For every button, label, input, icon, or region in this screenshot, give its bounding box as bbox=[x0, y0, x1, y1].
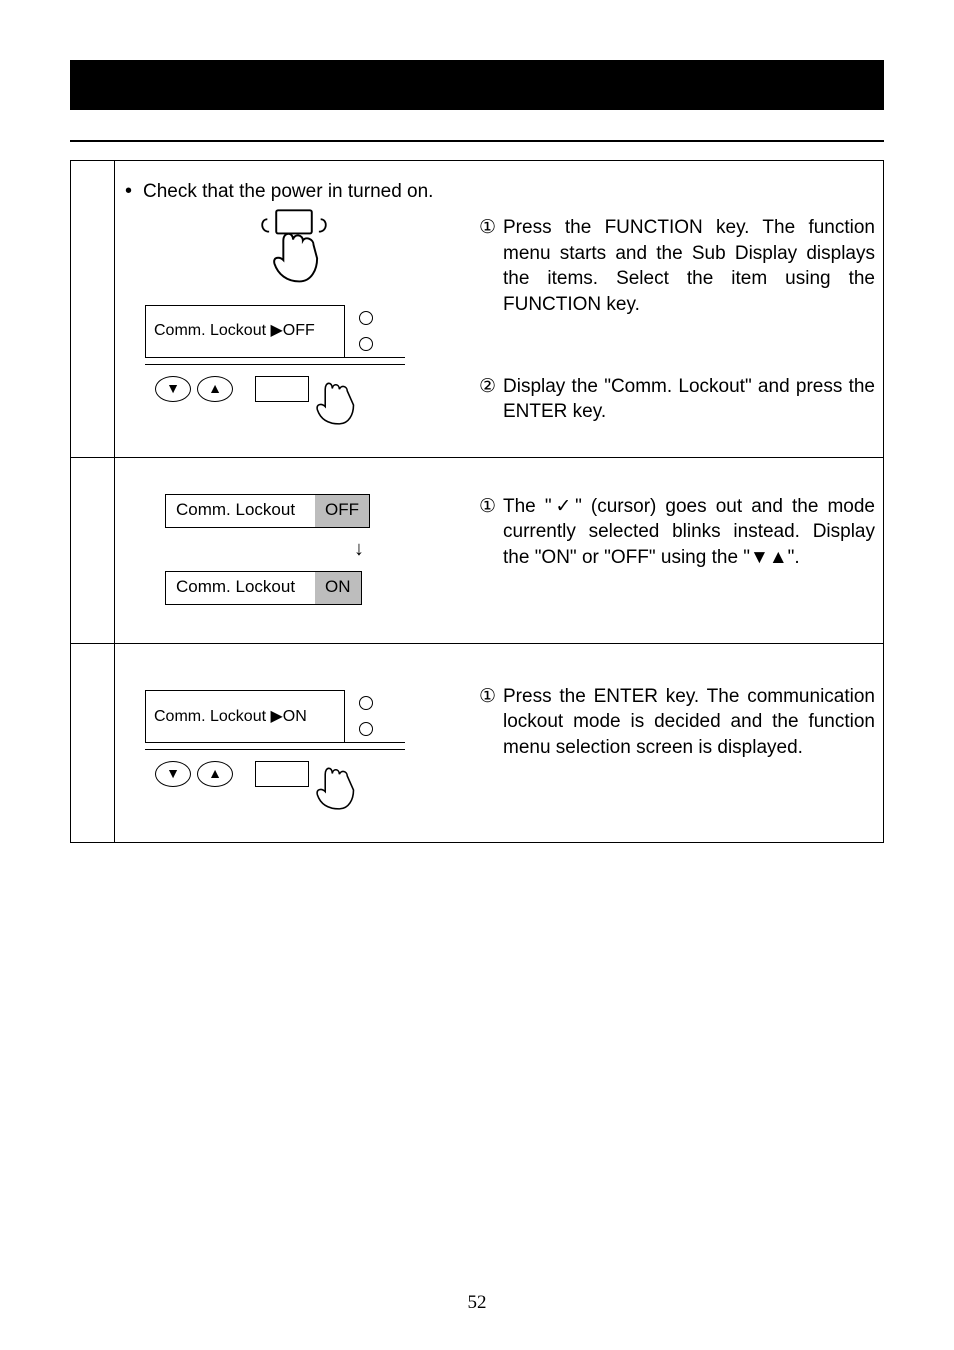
check-power-text: Check that the power in turned on. bbox=[143, 179, 433, 205]
row-instruction-cell: ① Press the ENTER key. The communication… bbox=[473, 644, 883, 842]
lcd-select-box: Comm. Lockout OFF bbox=[165, 494, 370, 528]
page-header-band bbox=[70, 60, 884, 110]
table-row: • Check that the power in turned on. Com… bbox=[70, 161, 883, 458]
row-instruction-cell: ① Press the FUNCTION key. The function m… bbox=[473, 161, 883, 457]
lcd-text: Comm. Lockout ▶OFF bbox=[154, 320, 315, 342]
lcd-base-line bbox=[145, 742, 405, 743]
bullet-icon: • bbox=[125, 179, 143, 203]
down-button-icon: ▼ bbox=[155, 761, 191, 787]
circled-number-icon: ① bbox=[479, 684, 503, 761]
lcd-select-box: Comm. Lockout ON bbox=[165, 571, 362, 605]
table-row: Comm. Lockout ▶ON ▼ ▲ bbox=[70, 644, 883, 842]
table-row: Comm. Lockout OFF ↓ Comm. Lockout ON ① T… bbox=[70, 458, 883, 644]
row-index-cell bbox=[70, 644, 115, 842]
lcd-label: Comm. Lockout bbox=[166, 499, 315, 522]
down-button-icon: ▼ bbox=[155, 376, 191, 402]
press-hand-icon bbox=[307, 372, 367, 427]
indicator-lamp bbox=[359, 696, 373, 710]
circled-number-icon: ① bbox=[479, 494, 503, 571]
circled-number-icon: ① bbox=[479, 215, 503, 318]
lcd-display: Comm. Lockout ▶ON bbox=[145, 690, 345, 742]
press-key-icon bbox=[249, 205, 339, 285]
row-illustration-cell: Comm. Lockout ▶ON ▼ ▲ bbox=[115, 644, 473, 842]
row-index-cell bbox=[70, 458, 115, 643]
lcd-text: Comm. Lockout ▶ON bbox=[154, 706, 307, 728]
indicator-lamp bbox=[359, 311, 373, 325]
row-instruction-cell: ① The "✓" (cursor) goes out and the mode… bbox=[473, 458, 883, 643]
lcd-display: Comm. Lockout ▶OFF bbox=[145, 305, 345, 357]
lcd-base-line bbox=[145, 357, 405, 358]
procedure-table: • Check that the power in turned on. Com… bbox=[70, 160, 884, 843]
enter-button-icon bbox=[255, 761, 309, 787]
row-index-cell bbox=[70, 161, 115, 457]
up-button-icon: ▲ bbox=[197, 761, 233, 787]
lcd-value-on: ON bbox=[315, 572, 361, 604]
instruction-text: Display the "Comm. Lockout" and press th… bbox=[503, 374, 875, 425]
press-hand-icon bbox=[307, 757, 367, 812]
instruction-text: Press the ENTER key. The communication l… bbox=[503, 684, 875, 761]
indicator-lamp bbox=[359, 722, 373, 736]
row-illustration-cell: Comm. Lockout OFF ↓ Comm. Lockout ON bbox=[115, 458, 473, 643]
horizontal-rule bbox=[70, 140, 884, 142]
indicator-lamp bbox=[359, 337, 373, 351]
lcd-value-off: OFF bbox=[315, 495, 369, 527]
row-illustration-cell: • Check that the power in turned on. Com… bbox=[115, 161, 473, 457]
enter-button-icon bbox=[255, 376, 309, 402]
up-button-icon: ▲ bbox=[197, 376, 233, 402]
circled-number-icon: ② bbox=[479, 374, 503, 425]
lcd-label: Comm. Lockout bbox=[166, 576, 315, 599]
instruction-text: The "✓" (cursor) goes out and the mode c… bbox=[503, 494, 875, 571]
instruction-text: Press the FUNCTION key. The function men… bbox=[503, 215, 875, 318]
down-arrow-icon: ↓ bbox=[255, 536, 463, 563]
page-number: 52 bbox=[0, 1292, 954, 1314]
